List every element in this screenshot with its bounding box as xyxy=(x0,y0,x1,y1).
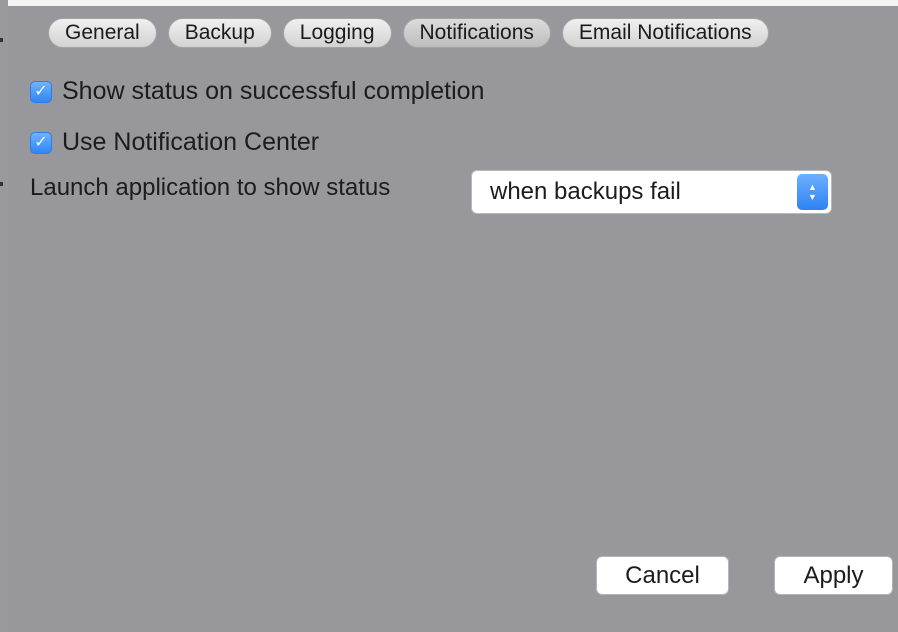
tab-general[interactable]: General xyxy=(48,18,157,48)
show-status-option: ✓ Show status on successful completion xyxy=(30,77,484,106)
tab-logging[interactable]: Logging xyxy=(282,18,392,48)
left-edge-mark xyxy=(0,182,3,186)
checkmark-icon: ✓ xyxy=(34,133,48,151)
up-down-chevron-icon: ▲ ▼ xyxy=(797,174,828,210)
notification-center-checkbox[interactable]: ✓ xyxy=(30,131,52,154)
window-top-edge xyxy=(0,0,898,6)
cancel-button[interactable]: Cancel xyxy=(596,556,729,595)
apply-button[interactable]: Apply xyxy=(774,556,893,595)
notification-center-label: Use Notification Center xyxy=(62,128,320,156)
notification-center-option: ✓ Use Notification Center xyxy=(30,128,319,157)
window-left-edge xyxy=(0,0,8,632)
show-status-checkbox[interactable]: ✓ xyxy=(30,80,52,103)
tab-notifications[interactable]: Notifications xyxy=(402,18,551,48)
preferences-tab-bar: General Backup Logging Notifications Ema… xyxy=(48,18,769,48)
tab-backup[interactable]: Backup xyxy=(167,18,272,48)
launch-application-value: when backups fail xyxy=(490,178,681,205)
left-edge-mark xyxy=(0,38,3,42)
checkmark-icon: ✓ xyxy=(34,82,48,100)
show-status-label: Show status on successful completion xyxy=(62,77,485,105)
launch-application-popup[interactable]: when backups fail ▲ ▼ xyxy=(471,170,832,214)
launch-application-label: Launch application to show status xyxy=(30,174,391,201)
tab-email-notifications[interactable]: Email Notifications xyxy=(561,18,769,48)
